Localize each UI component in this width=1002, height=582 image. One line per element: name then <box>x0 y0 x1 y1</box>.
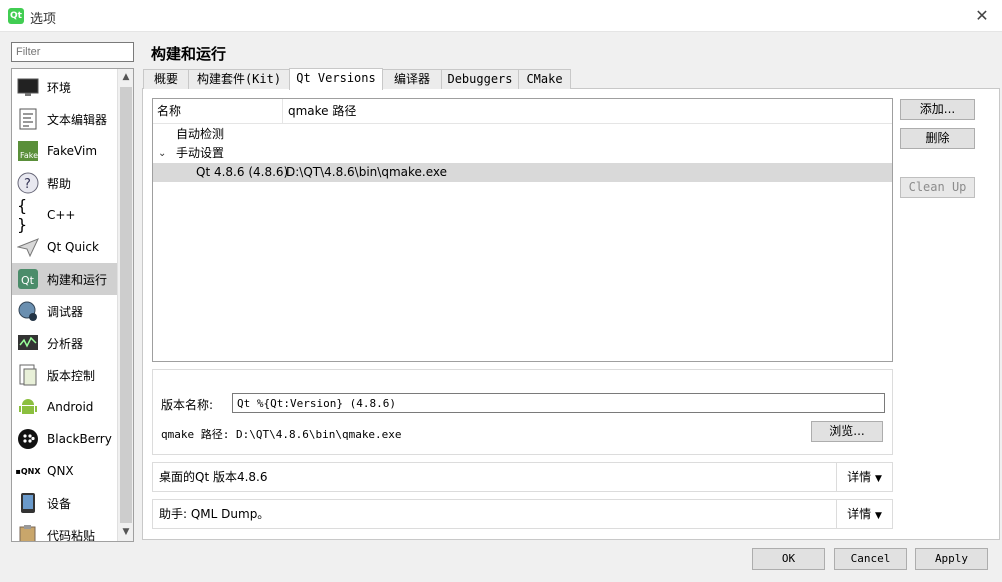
column-header-qmake-path[interactable]: qmake 路径 <box>284 99 584 124</box>
nav-item-label: QNX <box>47 464 74 478</box>
tab-debuggers[interactable]: Debuggers <box>441 69 519 89</box>
title-bar: Qt 选项 ✕ <box>0 0 1002 32</box>
svg-text:Qt: Qt <box>21 274 35 287</box>
qnx-icon: ▪QNX <box>15 466 41 476</box>
version-details-panel: 版本名称: qmake 路径: D:\QT\4.8.6\bin\qmake.ex… <box>152 369 893 455</box>
scroll-thumb[interactable] <box>120 87 132 523</box>
category-list: 环境 文本编辑器 Fake FakeVim ? 帮助 { } C++ Qt Qu… <box>11 68 134 542</box>
monitor-icon <box>17 76 39 98</box>
qt-version-qmake-path: D:\QT\4.8.6\bin\qmake.exe <box>286 165 447 179</box>
cancel-button[interactable]: Cancel <box>834 548 907 570</box>
device-icon <box>17 492 39 514</box>
version-name-label: 版本名称: <box>161 398 214 412</box>
qmake-path-row: qmake 路径: D:\QT\4.8.6\bin\qmake.exe <box>161 426 402 442</box>
scroll-down-icon[interactable]: ▼ <box>118 524 133 541</box>
nav-item-label: 文本编辑器 <box>47 112 108 127</box>
nav-item-label: BlackBerry <box>47 432 112 446</box>
version-control-icon <box>17 364 39 386</box>
column-header-name[interactable]: 名称 <box>153 99 283 124</box>
qmake-path-value: D:\QT\4.8.6\bin\qmake.exe <box>235 428 402 441</box>
paper-plane-icon <box>17 236 39 258</box>
chevron-down-icon[interactable]: ⌄ <box>158 144 166 163</box>
blackberry-icon <box>17 428 39 450</box>
nav-item-fakevim[interactable]: Fake FakeVim <box>12 135 117 167</box>
helper-details-button[interactable]: 详情 ▼ <box>836 500 892 528</box>
helper-details-text: 助手: QML Dump。 <box>159 507 270 521</box>
nav-item-label: 环境 <box>47 80 72 95</box>
nav-item-label: Android <box>47 400 94 414</box>
tree-row-qt-version[interactable]: Qt 4.8.6 (4.8.6) D:\QT\4.8.6\bin\qmake.e… <box>153 163 892 182</box>
tree-header: 名称 qmake 路径 <box>153 99 892 124</box>
helper-details-panel: 助手: QML Dump。 详情 ▼ <box>152 499 893 529</box>
help-icon: ? <box>17 172 39 194</box>
qmake-path-label: qmake 路径: <box>161 428 230 441</box>
nav-item-devices[interactable]: 设备 <box>12 487 117 519</box>
nav-item-label: 构建和运行 <box>47 272 108 287</box>
nav-item-label: 设备 <box>47 496 72 511</box>
nav-item-label: FakeVim <box>47 144 98 158</box>
analyzer-icon <box>17 332 39 354</box>
tree-group-auto-detected[interactable]: 自动检测 <box>153 125 892 144</box>
nav-item-blackberry[interactable]: BlackBerry <box>12 423 117 455</box>
window-title: 选项 <box>30 12 57 27</box>
scroll-up-icon[interactable]: ▲ <box>118 69 133 86</box>
browse-button[interactable]: 浏览... <box>811 421 883 442</box>
remove-button[interactable]: 删除 <box>900 128 975 149</box>
details-label: 详情 <box>847 507 872 521</box>
nav-item-label: 帮助 <box>47 176 72 191</box>
text-editor-icon <box>17 108 39 130</box>
tab-qt-versions[interactable]: Qt Versions <box>289 68 383 90</box>
tree-group-label: 手动设置 <box>176 146 225 160</box>
apply-button[interactable]: Apply <box>915 548 988 570</box>
nav-item-label: 分析器 <box>47 336 84 351</box>
qt-version-name: Qt 4.8.6 (4.8.6) <box>196 165 289 179</box>
page-title: 构建和运行 <box>151 45 227 63</box>
braces-icon: { } <box>17 196 28 234</box>
qt-app-icon: Qt <box>8 8 24 24</box>
tab-cmake[interactable]: CMake <box>518 69 571 89</box>
nav-item-analyzer[interactable]: 分析器 <box>12 327 117 359</box>
nav-item-text-editor[interactable]: 文本编辑器 <box>12 103 117 135</box>
nav-item-environment[interactable]: 环境 <box>12 71 117 103</box>
code-paste-icon <box>17 524 39 541</box>
nav-item-android[interactable]: Android <box>12 391 117 423</box>
triangle-down-icon: ▼ <box>874 511 882 521</box>
nav-item-debugger[interactable]: 调试器 <box>12 295 117 327</box>
qt-build-icon: Qt <box>17 268 39 290</box>
close-icon[interactable]: ✕ <box>962 0 1002 31</box>
nav-item-label: C++ <box>47 208 76 222</box>
clean-up-button[interactable]: Clean Up <box>900 177 975 198</box>
tab-overview[interactable]: 概要 <box>143 69 189 89</box>
details-label: 详情 <box>847 470 872 484</box>
nav-item-build-run[interactable]: Qt 构建和运行 <box>12 263 117 295</box>
version-name-input[interactable] <box>232 393 885 413</box>
nav-item-label: 版本控制 <box>47 368 96 383</box>
nav-scrollbar[interactable]: ▲ ▼ <box>117 69 133 541</box>
triangle-down-icon: ▼ <box>874 474 882 484</box>
desktop-details-button[interactable]: 详情 ▼ <box>836 463 892 491</box>
desktop-details-panel: 桌面的Qt 版本4.8.6 详情 ▼ <box>152 462 893 492</box>
nav-item-code-paste[interactable]: 代码粘贴 <box>12 519 117 542</box>
ok-button[interactable]: OK <box>752 548 825 570</box>
nav-item-version-control[interactable]: 版本控制 <box>12 359 117 391</box>
nav-item-label: Qt Quick <box>47 240 99 254</box>
nav-item-cpp[interactable]: { } C++ <box>12 196 117 234</box>
svg-text:Fake: Fake <box>20 151 38 160</box>
filter-input[interactable] <box>11 42 134 62</box>
nav-item-qt-quick[interactable]: Qt Quick <box>12 231 117 263</box>
desktop-details-text: 桌面的Qt 版本4.8.6 <box>159 470 268 484</box>
nav-item-label: 调试器 <box>47 304 84 319</box>
tab-compilers[interactable]: 编译器 <box>382 69 442 89</box>
qt-versions-tree[interactable]: 名称 qmake 路径 自动检测 ⌄ 手动设置 Qt 4.8.6 (4.8.6)… <box>152 98 893 362</box>
tab-kits[interactable]: 构建套件(Kit) <box>188 69 290 89</box>
android-icon <box>17 396 39 418</box>
tree-group-manual[interactable]: ⌄ 手动设置 <box>153 144 892 163</box>
nav-item-label: 代码粘贴 <box>47 528 96 542</box>
nav-item-qnx[interactable]: ▪QNX QNX <box>12 455 117 487</box>
debugger-icon <box>17 300 39 322</box>
svg-text:?: ? <box>24 177 31 192</box>
nav-item-help[interactable]: ? 帮助 <box>12 167 117 199</box>
fakevim-icon: Fake <box>17 140 39 162</box>
add-button[interactable]: 添加... <box>900 99 975 120</box>
